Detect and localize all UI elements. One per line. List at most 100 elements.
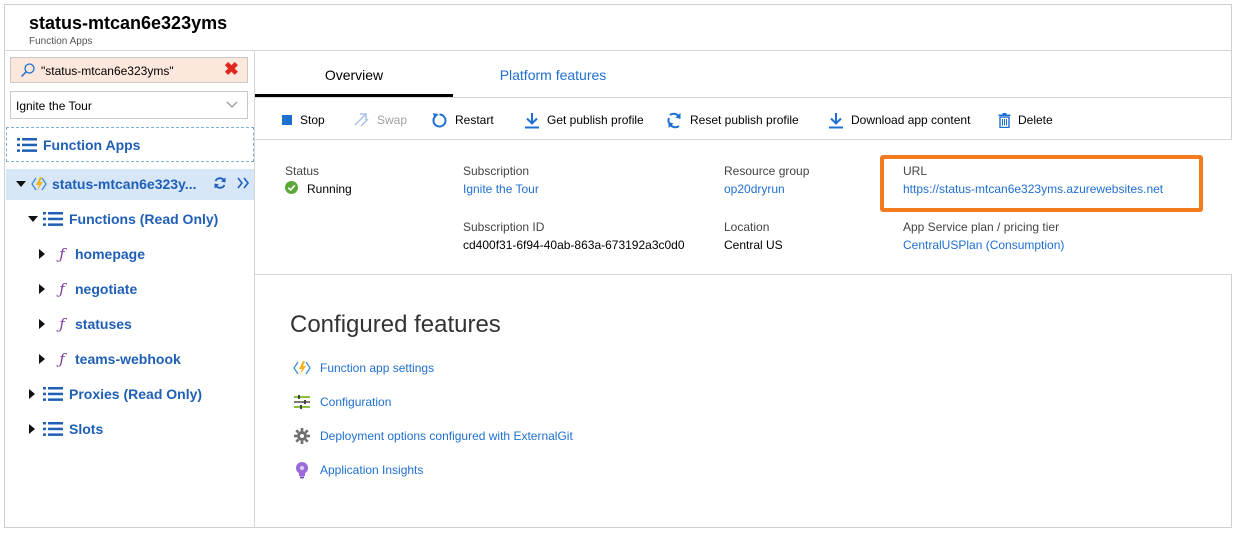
sidebar-item-label: Proxies (Read Only) bbox=[69, 386, 203, 402]
command-bar: Stop Swap Restart Get publish profile Re… bbox=[255, 98, 1232, 140]
resource-group-link[interactable]: op20dryrun bbox=[724, 182, 785, 196]
expand-right-icon[interactable] bbox=[39, 319, 45, 329]
list-icon bbox=[17, 138, 37, 152]
expand-down-icon[interactable] bbox=[16, 181, 26, 187]
list-icon bbox=[43, 422, 63, 436]
list-icon bbox=[43, 212, 63, 226]
clear-search-icon[interactable]: ✖ bbox=[224, 59, 239, 79]
subscription-select[interactable]: Ignite the Tour bbox=[10, 91, 248, 119]
reset-icon bbox=[667, 112, 681, 128]
lightbulb-icon bbox=[296, 462, 308, 479]
resource-group-label: Resource group bbox=[724, 164, 810, 178]
download-icon bbox=[829, 112, 843, 128]
expand-right-icon[interactable] bbox=[39, 249, 45, 259]
function-app-bolt-icon bbox=[293, 361, 311, 375]
tab-platform-features[interactable]: Platform features bbox=[453, 51, 653, 97]
sidebar-item-label: Function Apps bbox=[43, 137, 141, 153]
expand-right-icon[interactable] bbox=[39, 284, 45, 294]
function-name: homepage bbox=[75, 246, 146, 262]
search-input[interactable]: "status-mtcan6e323yms" bbox=[41, 64, 174, 78]
swap-icon bbox=[354, 113, 369, 127]
subscription-label: Subscription bbox=[463, 164, 530, 178]
location-label: Location bbox=[724, 220, 770, 234]
application-insights-link[interactable]: Application Insights bbox=[293, 460, 423, 480]
sidebar-item-function[interactable]: ƒ homepage bbox=[39, 241, 145, 267]
function-name: negotiate bbox=[75, 281, 138, 297]
stop-icon bbox=[282, 115, 292, 125]
tab-overview[interactable]: Overview bbox=[255, 51, 453, 97]
sidebar-item-label: Slots bbox=[69, 421, 104, 437]
function-icon: ƒ bbox=[59, 280, 65, 298]
reset-publish-profile-button[interactable]: Reset publish profile bbox=[666, 111, 799, 129]
get-publish-profile-button[interactable]: Get publish profile bbox=[524, 111, 644, 129]
url-label: URL bbox=[903, 164, 928, 178]
stop-button[interactable]: Stop bbox=[281, 111, 325, 129]
feature-label: Function app settings bbox=[320, 361, 435, 375]
download-app-content-button[interactable]: Download app content bbox=[828, 111, 970, 129]
download-icon bbox=[525, 112, 539, 128]
check-circle-icon bbox=[285, 181, 298, 194]
function-name: teams-webhook bbox=[75, 351, 181, 367]
refresh-icon[interactable] bbox=[213, 176, 227, 190]
sidebar-item-proxies[interactable]: Proxies (Read Only) bbox=[29, 381, 202, 407]
stop-label: Stop bbox=[300, 113, 325, 127]
delete-button[interactable]: Delete bbox=[998, 111, 1053, 129]
sidebar: "status-mtcan6e323yms" ✖ Ignite the Tour… bbox=[5, 51, 255, 528]
essentials-panel: Status Running Subscription Ignite the T… bbox=[255, 140, 1232, 275]
search-icon bbox=[20, 63, 35, 78]
configuration-link[interactable]: Configuration bbox=[293, 392, 391, 412]
sidebar-item-slots[interactable]: Slots bbox=[29, 416, 103, 442]
function-icon: ƒ bbox=[59, 350, 65, 368]
deployment-options-link[interactable]: Deployment options configured with Exter… bbox=[293, 426, 573, 446]
expand-down-icon[interactable] bbox=[28, 216, 38, 222]
swap-label: Swap bbox=[377, 113, 408, 127]
status-value: Running bbox=[307, 182, 352, 196]
sidebar-item-app[interactable]: status-mtcan6e323y... bbox=[16, 171, 252, 197]
get-publish-profile-label: Get publish profile bbox=[547, 113, 644, 127]
download-app-content-label: Download app content bbox=[851, 113, 971, 127]
location-value: Central US bbox=[724, 238, 783, 252]
configured-features-title: Configured features bbox=[290, 311, 501, 338]
delete-label: Delete bbox=[1018, 113, 1053, 127]
expand-right-icon[interactable] bbox=[29, 424, 35, 434]
configuration-icon bbox=[294, 395, 310, 409]
restart-icon bbox=[432, 112, 447, 127]
sidebar-item-label: Functions (Read Only) bbox=[69, 211, 219, 227]
window-frame: status-mtcan6e323yms Function Apps "stat… bbox=[4, 4, 1232, 528]
chevron-down-icon bbox=[226, 101, 238, 108]
double-chevron-right-icon[interactable] bbox=[236, 176, 250, 190]
sidebar-item-function[interactable]: ƒ negotiate bbox=[39, 276, 137, 302]
page-header: status-mtcan6e323yms Function Apps bbox=[5, 5, 1231, 51]
status-label: Status bbox=[285, 164, 320, 178]
list-icon bbox=[43, 387, 63, 401]
restart-label: Restart bbox=[455, 113, 494, 127]
expand-right-icon[interactable] bbox=[29, 389, 35, 399]
subscription-select-value: Ignite the Tour bbox=[16, 99, 92, 113]
url-link[interactable]: https://status-mtcan6e323yms.azurewebsit… bbox=[903, 182, 1163, 196]
function-icon: ƒ bbox=[59, 315, 65, 333]
sidebar-item-functions[interactable]: Functions (Read Only) bbox=[28, 206, 218, 232]
page-title: status-mtcan6e323yms bbox=[29, 13, 228, 33]
expand-right-icon[interactable] bbox=[39, 354, 45, 364]
feature-label: Configuration bbox=[320, 395, 392, 409]
page-subtitle: Function Apps bbox=[29, 36, 93, 47]
subscription-id-label: Subscription ID bbox=[463, 220, 545, 234]
function-app-settings-link[interactable]: Function app settings bbox=[293, 358, 434, 378]
search-box[interactable]: "status-mtcan6e323yms" ✖ bbox=[10, 57, 248, 83]
main-panel: Overview Platform features Stop Swap Res… bbox=[255, 51, 1232, 528]
plan-link[interactable]: CentralUSPlan (Consumption) bbox=[903, 238, 1064, 252]
feature-label: Application Insights bbox=[320, 463, 424, 477]
subscription-link[interactable]: Ignite the Tour bbox=[463, 182, 539, 196]
function-name: statuses bbox=[75, 316, 132, 332]
plan-label: App Service plan / pricing tier bbox=[903, 220, 1060, 234]
tab-bar: Overview Platform features bbox=[255, 51, 1232, 98]
gear-icon bbox=[294, 428, 310, 444]
reset-publish-profile-label: Reset publish profile bbox=[690, 113, 799, 127]
sidebar-item-label: status-mtcan6e323y... bbox=[52, 176, 197, 192]
swap-button[interactable]: Swap bbox=[353, 111, 407, 129]
restart-button[interactable]: Restart bbox=[431, 111, 494, 129]
function-icon: ƒ bbox=[59, 245, 65, 263]
sidebar-item-function-apps[interactable]: Function Apps bbox=[17, 132, 140, 158]
sidebar-item-function[interactable]: ƒ teams-webhook bbox=[39, 346, 181, 372]
sidebar-item-function[interactable]: ƒ statuses bbox=[39, 311, 132, 337]
